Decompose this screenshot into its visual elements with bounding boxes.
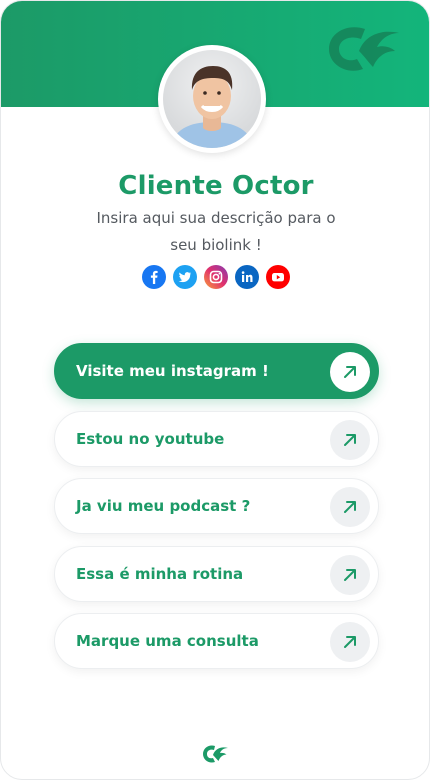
social-icons xyxy=(1,265,429,289)
arrow-up-right-icon xyxy=(330,622,370,662)
instagram-icon[interactable] xyxy=(204,265,228,289)
link-label: Visite meu instagram ! xyxy=(76,362,269,380)
arrow-up-right-icon xyxy=(330,487,370,527)
link-button-rotina[interactable]: Essa é minha rotina xyxy=(54,545,379,602)
link-button-youtube[interactable]: Estou no youtube xyxy=(54,410,379,467)
twitter-icon[interactable] xyxy=(173,265,197,289)
link-button-instagram[interactable]: Visite meu instagram ! xyxy=(54,343,379,399)
avatar xyxy=(158,45,266,153)
avatar-photo xyxy=(163,50,261,148)
youtube-icon[interactable] xyxy=(266,265,290,289)
link-label: Ja viu meu podcast ? xyxy=(76,497,251,515)
profile-name: Cliente Octor xyxy=(118,171,314,201)
arrow-up-right-icon xyxy=(330,352,370,392)
link-label: Essa é minha rotina xyxy=(76,564,244,583)
octor-footer-logo-icon xyxy=(203,745,228,763)
linkedin-icon[interactable] xyxy=(235,265,259,289)
arrow-up-right-icon xyxy=(330,419,370,460)
link-label: Estou no youtube xyxy=(76,429,225,448)
link-list: Visite meu instagram ! Estou no youtube … xyxy=(54,343,379,681)
facebook-icon[interactable] xyxy=(142,265,166,289)
octor-logo-icon xyxy=(329,27,399,71)
link-label: Marque uma consulta xyxy=(76,632,259,650)
profile-description: Insira aqui sua descrição para o seu bio… xyxy=(96,209,336,254)
arrow-up-right-icon xyxy=(330,554,370,595)
biolink-card: Cliente Octor Insira aqui sua descrição … xyxy=(0,0,430,780)
link-button-podcast[interactable]: Ja viu meu podcast ? xyxy=(54,478,379,534)
link-button-consulta[interactable]: Marque uma consulta xyxy=(54,613,379,669)
